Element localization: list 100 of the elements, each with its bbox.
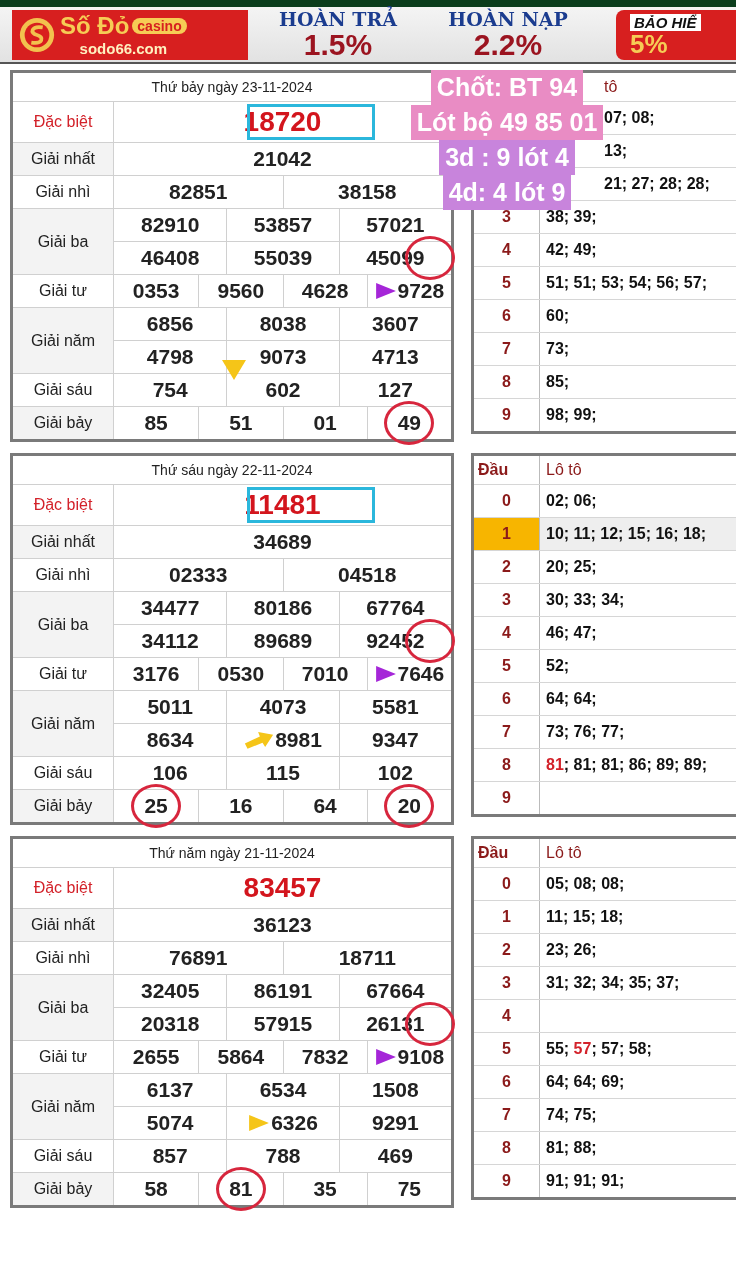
prize-number: 01 (313, 411, 337, 435)
prize-number: 8634 (146, 728, 194, 752)
loto-numbers: 91; 91; 91; (546, 1172, 625, 1190)
head-digit-cell: 5 (474, 650, 540, 682)
loto-numbers: 98; 99; (546, 406, 597, 424)
prize-number: 3607 (371, 312, 419, 336)
prize-number: 106 (152, 761, 188, 785)
column-heading: Đầu (478, 461, 509, 479)
prize-number: 02333 (169, 563, 228, 587)
prize-number: 6137 (146, 1078, 194, 1102)
head-digit-cell: 5 (474, 267, 540, 299)
prize-number: 35 (313, 1177, 337, 1201)
loto-numbers: 81; 88; (546, 1139, 597, 1157)
prize-number: 38158 (338, 180, 397, 204)
promo-title: BẢO HIỂ (630, 13, 701, 31)
banner-ad[interactable]: Số Đỏ casino sodo66.com HOÀN TRẢ 1.5% HOÀN NẠP 2.2% BẢO HIỂ 5% (0, 7, 736, 64)
prize-number: 32405 (140, 979, 200, 1003)
loto-numbers: 85; (546, 373, 570, 391)
prize-number: 6856 (146, 312, 194, 336)
loto-numbers: 64; 64; (546, 690, 597, 708)
prize-number: 9108 (397, 1045, 445, 1069)
prize-number: 602 (265, 378, 301, 402)
loto-numbers: 20; 25; (546, 558, 597, 576)
prize-label: Giải năm (13, 308, 114, 373)
head-digit-cell: 6 (474, 683, 540, 715)
prize-number: 102 (377, 761, 413, 785)
logo-icon (18, 15, 56, 54)
prize-label: Giải bảy (13, 407, 114, 439)
prize-label: Giải nhất (13, 143, 114, 175)
prize-number: 04518 (338, 563, 397, 587)
loto-numbers: 73; (546, 340, 570, 358)
prize-number: 2655 (132, 1045, 180, 1069)
head-digit-cell: 3 (474, 967, 540, 999)
prize-number: 8981 (275, 728, 322, 752)
prize-label: Giải ba (13, 592, 114, 657)
prize-number: 5011 (147, 695, 193, 719)
prize-number: 0530 (217, 662, 265, 686)
loto-numbers: 38; 39; (546, 208, 597, 226)
head-digit-cell: 1 (474, 518, 540, 550)
prize-number: 46408 (140, 246, 200, 270)
prize-number: 75 (397, 1177, 422, 1201)
loto-numbers: 13; (604, 142, 628, 160)
loto-numbers: 51; 51; 53; 54; 56; 57; (546, 274, 707, 292)
prize-number: 9073 (259, 345, 307, 369)
prize-number: 57021 (366, 213, 425, 237)
prize-number: 9560 (217, 279, 265, 303)
prize-number: 36123 (253, 913, 312, 937)
prize-number: 127 (377, 378, 413, 402)
head-digit-cell: 4 (474, 234, 540, 266)
prize-label: Giải ba (13, 975, 114, 1040)
prize-number: 3176 (132, 662, 180, 686)
prize-number: 9728 (397, 279, 445, 303)
offer-title: HOÀN TRẢ (279, 8, 397, 29)
loto-numbers: 23; 26; (546, 941, 597, 959)
loto-numbers: 31; 32; 34; 35; 37; (546, 974, 680, 992)
head-digit-cell: 1 (474, 901, 540, 933)
promo-value: 5% (630, 30, 668, 57)
prize-label: Giải bảy (13, 790, 114, 822)
prize-label: Giải năm (13, 691, 114, 756)
prize-number: 18711 (338, 946, 396, 970)
loto-numbers: 81; 81; 81; 86; 89; 89; (546, 756, 707, 774)
prize-number: 53857 (253, 213, 313, 237)
prize-number: 55039 (253, 246, 313, 270)
head-digit-cell: 7 (474, 1099, 540, 1131)
prize-number: 1508 (371, 1078, 419, 1102)
loto-numbers: 74; 75; (546, 1106, 597, 1124)
prize-label: Giải bảy (13, 1173, 114, 1205)
prize-number: 49 (397, 411, 422, 435)
prize-number: 7832 (301, 1045, 349, 1069)
loto-numbers: 64; 64; 69; (546, 1073, 625, 1091)
prize-number: 21042 (253, 147, 312, 171)
prize-number: 67764 (366, 596, 425, 620)
prize-number: 34112 (141, 629, 199, 653)
prize-label: Giải nhất (13, 909, 114, 941)
prize-number: 25 (144, 794, 168, 818)
head-digit-cell: 9 (474, 1165, 540, 1197)
head-digit-cell: 8 (474, 366, 540, 398)
prize-number: 7646 (397, 662, 445, 686)
prize-number: 7010 (301, 662, 349, 686)
prize-number: 4073 (259, 695, 307, 719)
prize-number: 5074 (146, 1111, 194, 1135)
prize-number: 115 (266, 761, 300, 785)
prize-number: 82910 (140, 213, 200, 237)
loto-numbers: 10; 11; 12; 15; 16; 18; (546, 525, 707, 543)
column-heading: Lô tô (546, 844, 582, 862)
head-digit-cell: 7 (474, 333, 540, 365)
prize-number: 85 (144, 411, 168, 435)
prize-number: 64 (313, 794, 337, 818)
prize-number: 67664 (366, 979, 425, 1003)
prize-number: 81 (229, 1177, 253, 1201)
loto-numbers: 11; 15; 18; (546, 908, 624, 926)
column-heading: Đầu (478, 844, 509, 862)
prize-number: 6534 (259, 1078, 307, 1102)
head-digit-cell: 0 (474, 868, 540, 900)
prize-number: 51 (229, 411, 253, 435)
loto-numbers: 55; 57; 57; 58; (546, 1040, 652, 1058)
brand-name: Số Đỏ (60, 12, 130, 40)
prize-number: 20 (397, 794, 422, 818)
prize-number: 754 (152, 378, 188, 402)
prize-number: 6326 (271, 1111, 318, 1135)
